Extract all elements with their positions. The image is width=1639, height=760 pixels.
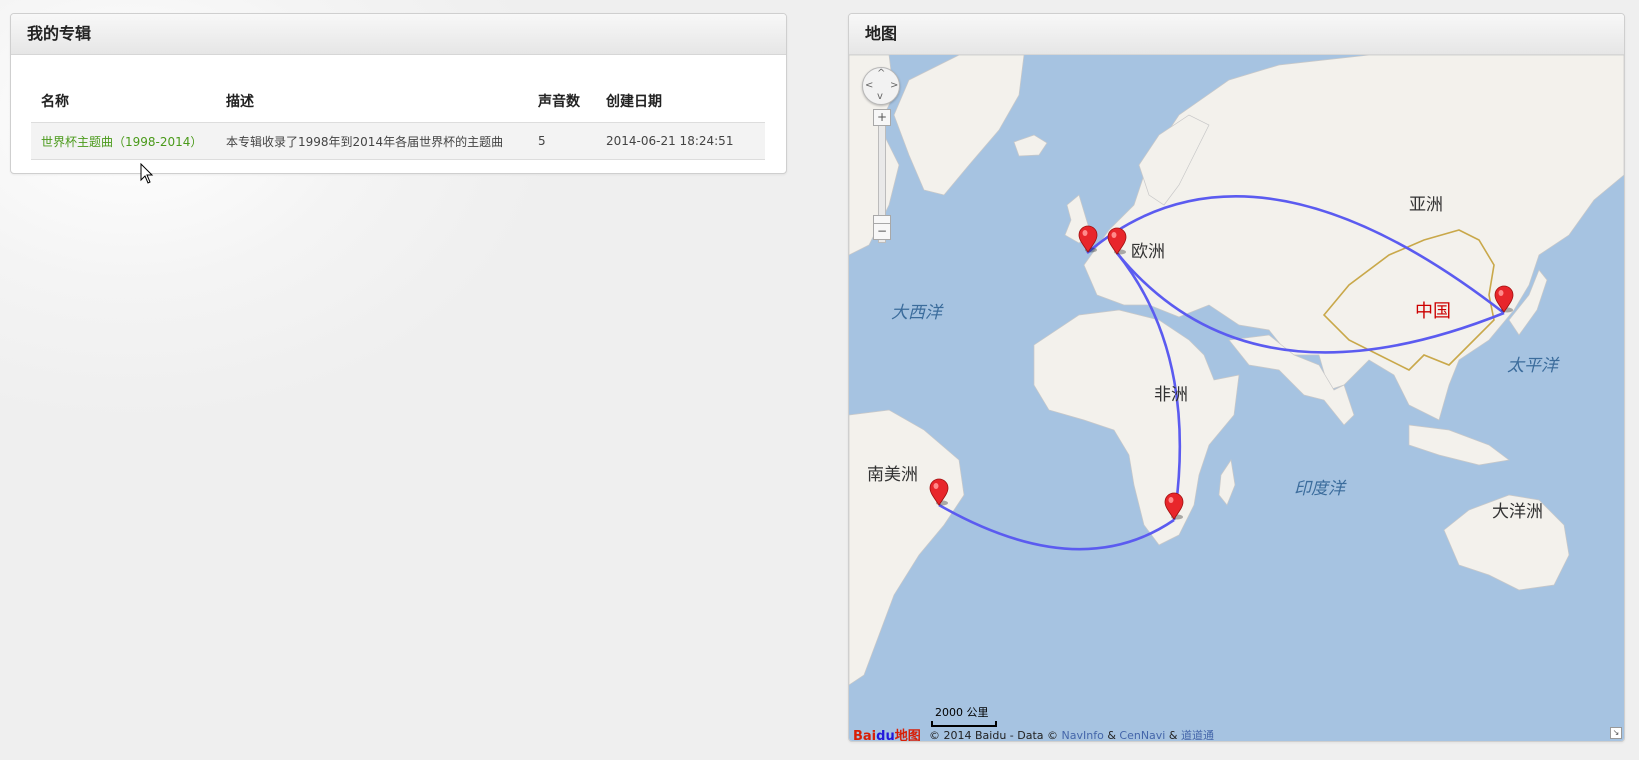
copyright-amp-1: & [1107, 729, 1116, 741]
label-south-america: 南美洲 [867, 465, 918, 485]
copyright-amp-2: & [1168, 729, 1178, 741]
pan-up-icon[interactable]: ^ [877, 69, 885, 79]
label-europe: 欧洲 [1131, 242, 1165, 262]
column-created: 创建日期 [596, 80, 765, 123]
copyright-prefix: © 2014 Baidu - Data © [929, 729, 1059, 741]
map-canvas[interactable]: ^ < > v + − 亚洲 欧洲 非洲 南美洲 大洋洲 中国 大西洋 太平洋 … [849, 55, 1624, 741]
zoom-out-button[interactable]: − [873, 223, 891, 240]
land-south-america [849, 409, 965, 686]
marker-pin-icon[interactable] [928, 478, 950, 506]
pan-down-icon[interactable]: v [877, 92, 883, 102]
navinfo-link[interactable]: NavInfo [1062, 729, 1104, 741]
land-africa [1033, 309, 1240, 546]
pan-left-icon[interactable]: < [865, 81, 873, 91]
paw-icon: du [876, 729, 895, 741]
marker-pin-icon[interactable] [1077, 225, 1099, 253]
album-title-link[interactable]: 世界杯主题曲（1998-2014） [31, 122, 216, 160]
zoom-in-button[interactable]: + [873, 109, 891, 126]
table-header-row: 名称 描述 声音数 创建日期 [31, 80, 765, 123]
map-panel-title: 地图 [849, 14, 1624, 55]
cennavi-link[interactable]: CenNavi [1119, 729, 1165, 741]
album-panel-title: 我的专辑 [11, 14, 786, 55]
resize-corner-icon[interactable]: ↘ [1610, 727, 1622, 739]
album-table: 名称 描述 声音数 创建日期 世界杯主题曲（1998-2014） 本专辑收录了1… [31, 80, 765, 160]
pan-right-icon[interactable]: > [890, 81, 898, 91]
column-description: 描述 [216, 80, 528, 123]
label-china: 中国 [1415, 301, 1451, 322]
logo-map-text: 地图 [894, 729, 921, 741]
land-greenland [893, 55, 1025, 196]
album-created-date: 2014-06-21 18:24:51 [596, 122, 765, 160]
daodaotong-link[interactable]: 道道通 [1181, 729, 1214, 741]
album-sound-count: 5 [528, 122, 596, 160]
map-copyright: © 2014 Baidu - Data © NavInfo & CenNavi … [929, 727, 1214, 741]
logo-text: Bai [853, 729, 877, 741]
album-panel: 我的专辑 名称 描述 声音数 创建日期 世界杯主题曲（1998-2014） 本专… [10, 13, 787, 174]
label-indian: 印度洋 [1294, 479, 1345, 499]
baidu-logo[interactable]: Baidu地图 [853, 725, 921, 741]
label-asia: 亚洲 [1409, 195, 1443, 215]
pan-control[interactable]: ^ < > v [862, 67, 900, 105]
label-atlantic: 大西洋 [891, 303, 942, 323]
table-row[interactable]: 世界杯主题曲（1998-2014） 本专辑收录了1998年到2014年各届世界杯… [31, 122, 765, 160]
marker-pin-icon[interactable] [1163, 492, 1185, 520]
route-south-africa-brazil [938, 503, 1175, 551]
marker-pin-icon[interactable] [1106, 227, 1128, 255]
land-se-asia [1408, 424, 1510, 466]
land-iceland [1013, 134, 1048, 157]
map-panel: 地图 ^ < > v + − 亚洲 欧洲 非洲 南美洲 大洋洲 中国 大西洋 太… [848, 13, 1625, 742]
label-pacific: 太平洋 [1507, 356, 1558, 376]
scale-label: 2000 公里 [935, 706, 989, 719]
label-oceania: 大洋洲 [1492, 502, 1543, 522]
column-name: 名称 [31, 80, 216, 123]
land-madagascar [1218, 459, 1236, 506]
marker-pin-icon[interactable] [1493, 285, 1515, 313]
mouse-cursor-icon [140, 163, 154, 184]
column-count: 声音数 [528, 80, 596, 123]
map-land-layer [849, 55, 1624, 686]
label-africa: 非洲 [1154, 385, 1188, 405]
album-description: 本专辑收录了1998年到2014年各届世界杯的主题曲 [216, 122, 528, 160]
